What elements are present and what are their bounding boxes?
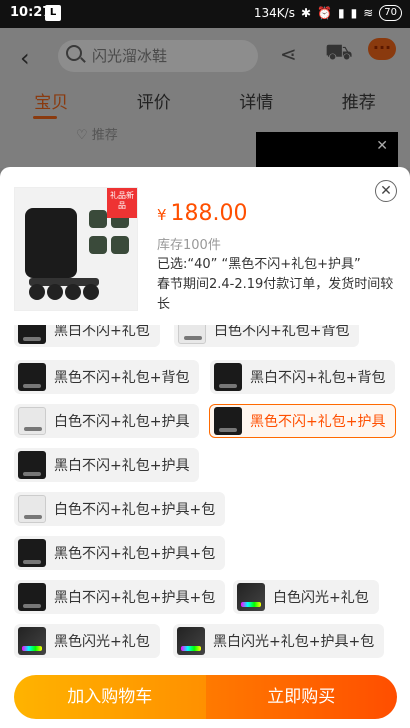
tab-recommend[interactable]: 推荐	[308, 88, 410, 118]
bluetooth-icon: ✱	[300, 6, 312, 20]
search-icon	[66, 45, 82, 61]
sku-thumb	[18, 407, 46, 435]
tab-details[interactable]: 详情	[205, 88, 308, 118]
favorite-row[interactable]: ♡ 推荐	[76, 124, 118, 143]
sku-thumb	[177, 627, 205, 655]
floating-video[interactable]: ✕	[256, 132, 398, 168]
sku-option[interactable]: 白色闪光+礼包	[233, 580, 379, 614]
signal-icon: ▮	[337, 6, 345, 20]
network-speed: 134K/s	[253, 6, 295, 20]
sku-option-label: 白色不闪+礼包+护具	[54, 414, 190, 430]
wifi-icon: ≋	[363, 6, 374, 20]
action-bar: 加入购物车 立即购买	[14, 675, 397, 719]
app-notification-icon: L	[45, 5, 61, 21]
search-input[interactable]: 闪光溜冰鞋	[58, 40, 258, 72]
selected-sku-text: 已选:“40” “黑色不闪+礼包+护具”	[157, 257, 361, 272]
sku-option[interactable]: 黑白不闪+礼包+背包	[210, 360, 396, 394]
sku-option-label: 白色不闪+礼包+护具+包	[54, 502, 216, 518]
price-symbol: ¥	[157, 206, 167, 224]
sku-option-label: 黑白不闪+礼包+护具+包	[54, 590, 216, 606]
stock-text: 库存100件	[157, 238, 221, 253]
sku-thumb	[214, 407, 242, 435]
sku-thumb	[237, 583, 265, 611]
product-tabs: 宝贝 评价 详情 推荐	[0, 88, 410, 118]
sku-thumb	[18, 539, 46, 567]
sku-option[interactable]: 黑色闪光+礼包	[14, 624, 160, 658]
sku-option[interactable]: 黑白闪光+礼包+护具+包	[173, 624, 385, 658]
sku-thumb	[18, 495, 46, 523]
add-to-cart-button[interactable]: 加入购物车	[14, 675, 206, 719]
more-icon[interactable]: ···	[368, 38, 396, 60]
buy-now-button[interactable]: 立即购买	[205, 675, 397, 719]
close-sheet-button[interactable]: ✕	[375, 180, 397, 202]
sku-option[interactable]: 黑色不闪+礼包+背包	[14, 360, 200, 394]
sku-option[interactable]: 白色不闪+礼包+背包	[174, 325, 360, 347]
sku-thumb	[214, 363, 242, 391]
cart-icon[interactable]: ⛟	[325, 40, 353, 68]
sku-thumb	[18, 627, 46, 655]
sku-option-label: 白色不闪+礼包+背包	[214, 325, 350, 339]
sku-option[interactable]: 黑白不闪+礼包+护具+包	[14, 580, 226, 614]
sku-option-label: 黑色不闪+礼包+背包	[54, 370, 190, 386]
sku-option[interactable]: 黑色不闪+礼包+护具+包	[14, 536, 226, 570]
tab-reviews[interactable]: 评价	[103, 88, 206, 118]
tab-item[interactable]: 宝贝	[0, 88, 103, 118]
sku-option-selected[interactable]: 黑色不闪+礼包+护具	[209, 404, 397, 438]
product-header: ‹ 闪光溜冰鞋 ⋖ ⛟ ··· 宝贝 评价 详情 推荐 ♡ 推荐 ✕	[0, 28, 410, 168]
status-bar: 10:27 L 134K/s ✱ ⏰ ▮ ▮ ≋ 70	[0, 0, 410, 28]
status-icons: 134K/s ✱ ⏰ ▮ ▮ ≋ 70	[254, 5, 402, 21]
sku-thumb	[18, 325, 46, 344]
promo-tag: 礼品新品	[107, 188, 137, 218]
tab-underline	[33, 116, 57, 119]
sku-thumb	[18, 451, 46, 479]
price: ¥188.00	[157, 201, 248, 226]
alarm-icon: ⏰	[317, 6, 332, 20]
sku-thumb	[178, 325, 206, 344]
sku-option-label: 白色闪光+礼包	[273, 590, 369, 606]
shipping-note: 春节期间2.4-2.19付款订单，发货时间较长	[157, 277, 394, 312]
price-value: 188.00	[170, 201, 248, 226]
product-image: 礼品新品	[14, 187, 138, 311]
sku-thumb	[18, 363, 46, 391]
sku-option[interactable]: 白色不闪+礼包+护具+包	[14, 492, 226, 526]
sku-option[interactable]: 黑白不闪+礼包	[14, 325, 160, 347]
sku-option-label: 黑白不闪+礼包+护具	[54, 458, 190, 474]
sku-option[interactable]: 黑白不闪+礼包+护具	[14, 448, 200, 482]
favorite-label: 推荐	[91, 128, 118, 143]
sku-option-label: 黑白不闪+礼包	[54, 325, 150, 339]
sku-option-label: 黑色闪光+礼包	[54, 634, 150, 650]
sku-sheet: ✕ 礼品新品 ¥188.00 库存100件 已选:“40” “黑色不闪+礼包+护…	[0, 167, 410, 728]
sku-option-label: 黑色不闪+礼包+护具+包	[54, 546, 216, 562]
sku-option[interactable]: 白色不闪+礼包+护具	[14, 404, 200, 438]
battery-icon: 70	[379, 5, 402, 21]
sku-option-label: 黑色不闪+礼包+护具	[250, 414, 386, 430]
sku-option-label: 黑白不闪+礼包+背包	[250, 370, 386, 386]
close-icon[interactable]: ✕	[376, 138, 388, 154]
signal-icon-2: ▮	[350, 6, 358, 20]
back-icon[interactable]: ‹	[20, 44, 30, 72]
sku-thumb	[18, 583, 46, 611]
sku-option-label: 黑白闪光+礼包+护具+包	[213, 634, 375, 650]
share-icon[interactable]: ⋖	[280, 42, 297, 66]
sku-options: 黑白不闪+礼包 白色不闪+礼包+背包 黑色不闪+礼包+背包 黑白不闪+礼包+背包…	[0, 325, 410, 670]
heart-icon: ♡	[76, 128, 88, 143]
